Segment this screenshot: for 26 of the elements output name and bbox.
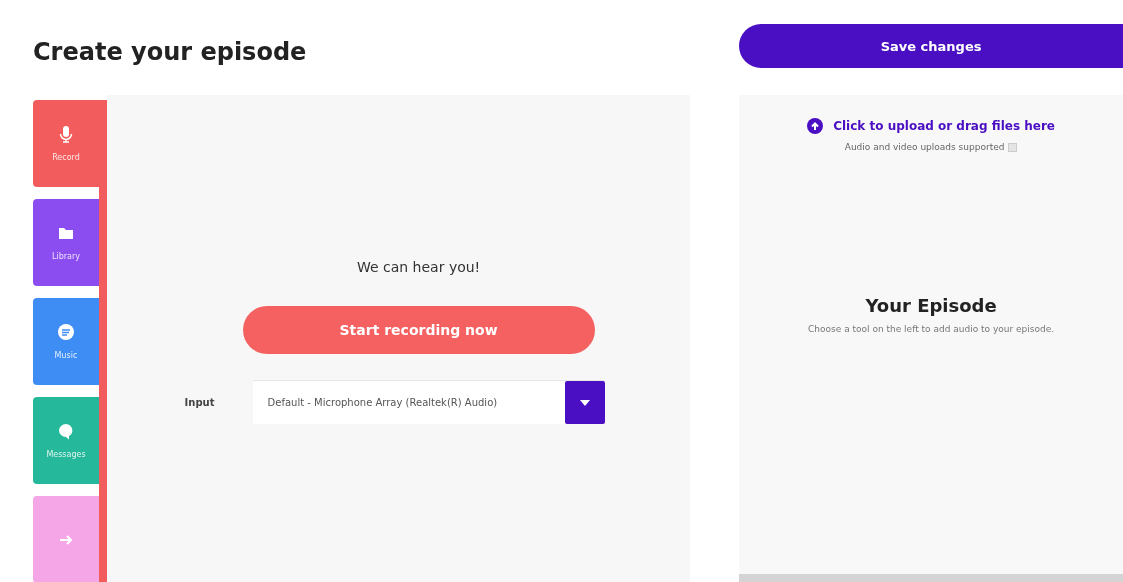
info-icon xyxy=(1008,142,1018,152)
mic-icon xyxy=(57,125,75,143)
save-button[interactable]: Save changes xyxy=(739,24,1123,68)
upload-icon xyxy=(807,118,824,134)
input-label: Input xyxy=(184,396,216,408)
caret-icon xyxy=(578,398,591,407)
tool-tile[interactable]: Music xyxy=(33,298,99,385)
list-icon xyxy=(57,323,75,341)
tool-tile[interactable]: Library xyxy=(33,199,99,286)
tool-label: Messages xyxy=(46,450,86,459)
upload-note: Audio and video uploads supported xyxy=(844,142,1005,152)
start-recording-button[interactable]: Start recording now xyxy=(242,306,595,354)
status-text: We can hear you! xyxy=(356,259,481,275)
tool-tile[interactable]: Messages xyxy=(33,397,99,484)
episode-hint: Choose a tool on the left to add audio to your episode. xyxy=(808,324,1055,334)
tool-tile[interactable] xyxy=(33,496,99,582)
tool-tile[interactable]: Record xyxy=(33,100,99,187)
tool-label: Record xyxy=(52,153,80,162)
chat-bubble-icon xyxy=(57,422,75,440)
dropdown-button[interactable] xyxy=(564,381,605,424)
upload-link[interactable]: Click to upload or drag files here xyxy=(833,119,1055,133)
input-select[interactable]: Default - Microphone Array (Realtek(R) Audio) xyxy=(252,380,605,424)
page-title: Create your episode xyxy=(33,37,308,68)
episode-title: Your Episode xyxy=(865,295,997,316)
tool-label: Library xyxy=(52,252,80,261)
tool-label: Music xyxy=(54,351,78,360)
